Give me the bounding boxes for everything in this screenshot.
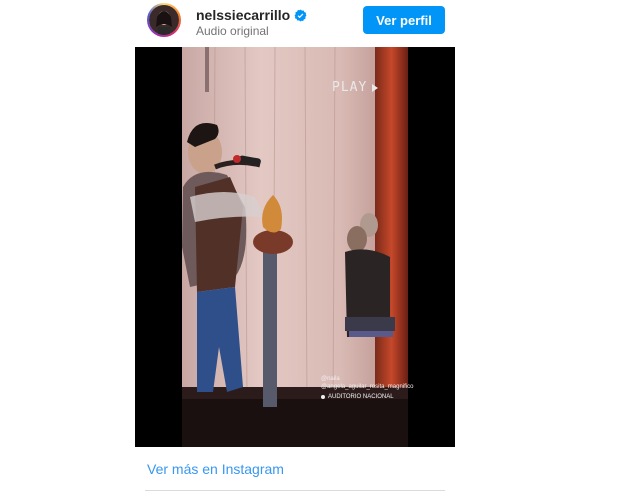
avatar-image: [149, 5, 179, 35]
tag-account: @angela_aguilar_rosita_magnifico: [321, 384, 414, 390]
video-tags: @naila @angela_aguilar_rosita_magnifico …: [321, 375, 413, 401]
play-triangle-icon: [372, 83, 379, 92]
footer-divider: [145, 490, 445, 491]
username-row: nelssiecarrillo: [196, 6, 307, 24]
story-ring[interactable]: [147, 3, 181, 37]
instagram-embed: nelssiecarrillo Audio original Ver perfi…: [135, 0, 455, 493]
play-overlay-text: PLAY: [332, 80, 368, 95]
post-header: nelssiecarrillo Audio original Ver perfi…: [135, 0, 455, 46]
location-pin-icon: [321, 395, 325, 399]
verified-badge-icon: [294, 9, 307, 21]
view-more-on-instagram-link[interactable]: Ver más en Instagram: [147, 461, 284, 477]
username[interactable]: nelssiecarrillo: [196, 7, 290, 23]
play-overlay: PLAY: [332, 80, 379, 95]
location-label: AUDITORIO NACIONAL: [328, 394, 394, 400]
tag-user: @naila: [321, 376, 340, 382]
video-player[interactable]: PLAY @naila @angela_aguilar_rosita_magni…: [135, 47, 455, 447]
location-tag: AUDITORIO NACIONAL: [321, 393, 413, 401]
avatar[interactable]: [149, 5, 179, 35]
audio-label[interactable]: Audio original: [196, 24, 269, 38]
view-profile-button[interactable]: Ver perfil: [363, 6, 445, 34]
